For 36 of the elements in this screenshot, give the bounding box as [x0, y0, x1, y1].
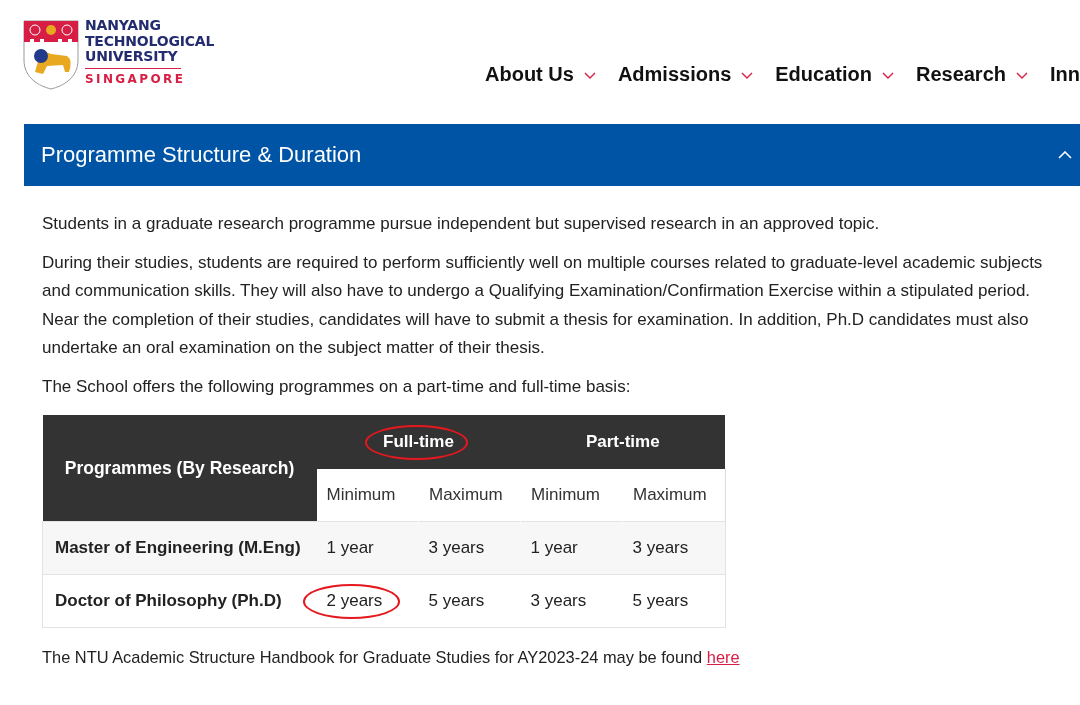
chevron-down-icon [741, 71, 754, 80]
table-header-cell: Maximum [622, 469, 725, 522]
paragraph: The NTU Academic Structure Handbook for Graduate Studies for AY2023-24 may be found here [42, 648, 741, 667]
nav-link[interactable]: Inn [1050, 63, 1080, 86]
chevron-down-icon [583, 71, 596, 80]
chevron-down-icon [881, 71, 894, 80]
logo-wordmark-line: NANYANG [85, 18, 162, 34]
nav-link[interactable]: Admissions [617, 63, 754, 86]
table-cell: 3 years [520, 574, 623, 628]
nav-link[interactable]: Research [915, 63, 1028, 86]
table-cell: 5 years [418, 574, 521, 628]
table-cell: 3 years [622, 521, 725, 575]
table-cell: Master of Engineering (M.Eng) [42, 521, 317, 575]
crest-icon [23, 20, 79, 90]
accordion-header[interactable]: Programme Structure & Duration [24, 124, 1080, 186]
logo-wordmark-line: TECHNOLOGICAL [85, 33, 215, 49]
table-header-cell: Full-time [316, 415, 521, 469]
here-link[interactable]: here [706, 648, 740, 666]
logo-subtitle: SINGAPORE [85, 67, 181, 86]
paragraph: The School offers the following programmes on a part-time and full-time basis: [42, 375, 632, 398]
table-header-cell: Minimum [316, 469, 419, 522]
nav-link[interactable]: Education [775, 63, 894, 86]
logo-wordmark-line: UNIVERSITY [85, 49, 179, 65]
chevron-down-icon [1016, 71, 1028, 80]
table-cell: 1 year [316, 521, 419, 575]
table-header-cell: Maximum [418, 469, 521, 522]
nav-link[interactable]: About Us [485, 63, 596, 86]
table-cell: 1 year [520, 521, 623, 575]
paragraph: During their studies, students are required to perform sufficiently well on multiple courses related to graduate-level academic subjects and communication skills. They will also have to undergo a Qualifying Examination/Confirmation Exercise within a stipulated period. Near the completion of their studies, candidates will have to submit a thesis for examination. In addition, Ph.D candidates must also undertake an oral examination on the subject matter of their thesis. [42, 251, 1044, 359]
table-cell: Doctor of Philosophy (Ph.D) [42, 574, 317, 628]
table-cell: 3 years [418, 521, 521, 575]
table-header-cell: Minimum [520, 469, 623, 522]
table-cell: 5 years [622, 574, 725, 628]
table-header-cell: Part-time [520, 415, 725, 469]
paragraph: Students in a graduate research programme pursue independent but supervised research in an approved topic. [42, 213, 881, 235]
table-header-cell: Programmes (By Research) [42, 415, 317, 522]
